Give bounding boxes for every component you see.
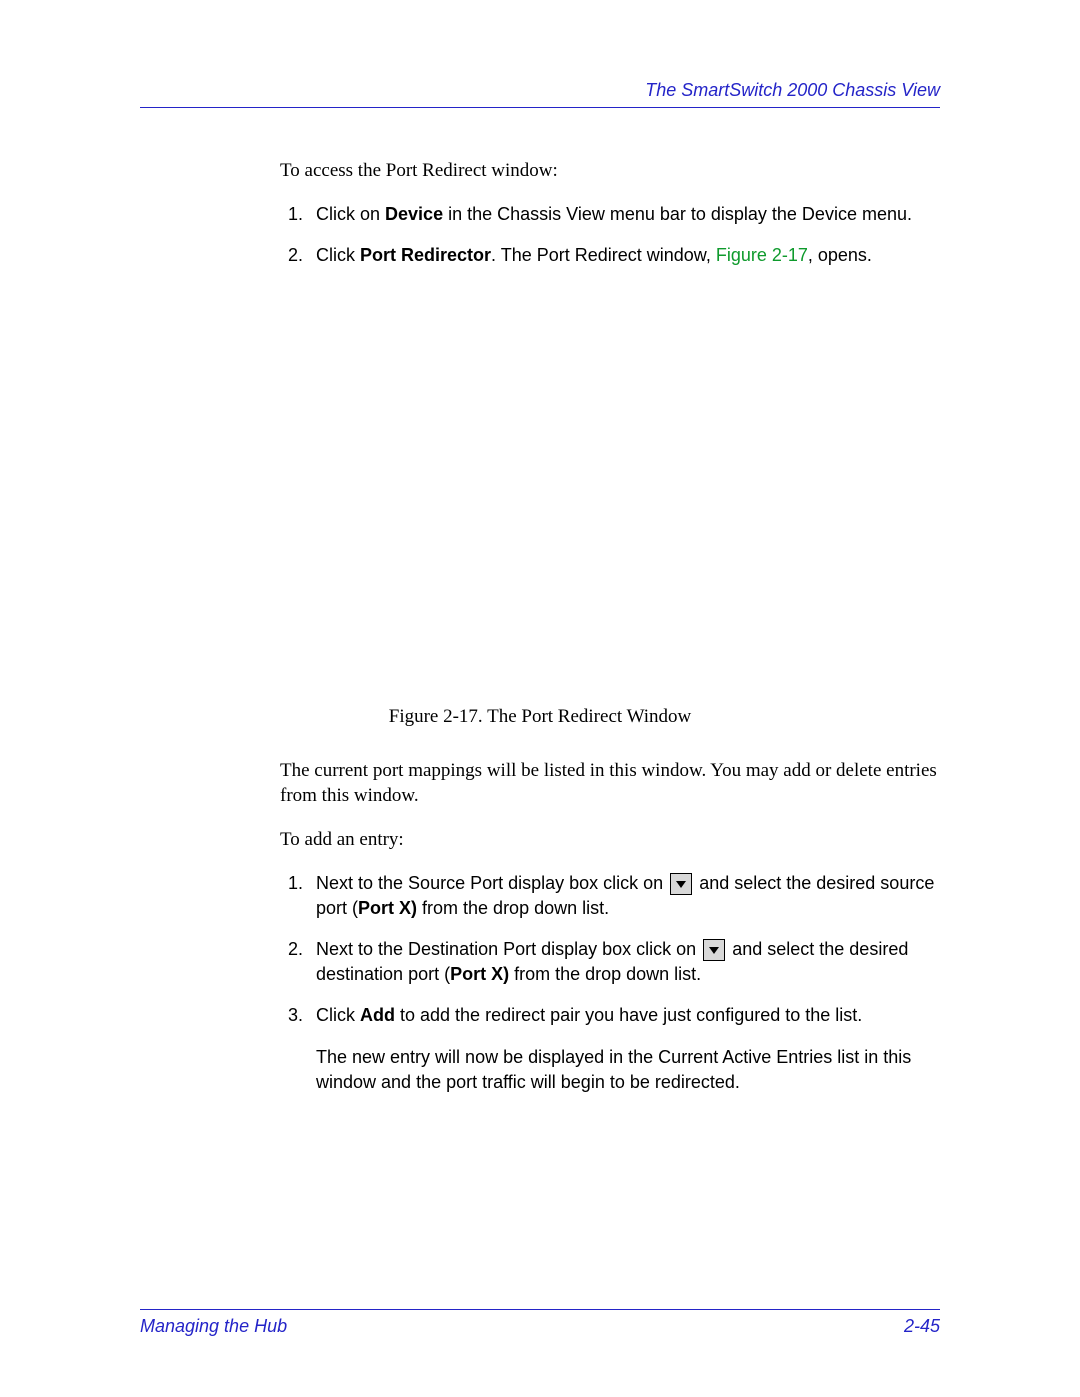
header-title: The SmartSwitch 2000 Chassis View (645, 80, 940, 100)
list-item: Click Add to add the redirect pair you h… (308, 1003, 940, 1095)
add-entry-steps-list: Next to the Source Port display box clic… (280, 871, 940, 1095)
add-button-label: Add (360, 1005, 395, 1025)
port-x-label: Port X) (450, 964, 509, 984)
body-paragraph: The current port mappings will be listed… (280, 758, 940, 809)
step-text: , opens. (808, 245, 872, 265)
step-text: Click (316, 1005, 360, 1025)
figure-placeholder (140, 284, 940, 704)
page-header: The SmartSwitch 2000 Chassis View (140, 80, 940, 108)
dropdown-arrow-icon (703, 939, 725, 961)
page-footer: Managing the Hub 2-45 (140, 1309, 940, 1337)
step-text: to add the redirect pair you have just c… (395, 1005, 862, 1025)
document-page: The SmartSwitch 2000 Chassis View To acc… (0, 0, 1080, 1397)
list-item: Next to the Source Port display box clic… (308, 871, 940, 921)
figure-caption: Figure 2-17. The Port Redirect Window (140, 704, 940, 730)
access-steps-list: Click on Device in the Chassis View menu… (280, 202, 940, 268)
list-item: Click Port Redirector. The Port Redirect… (308, 243, 940, 268)
step-text: Click (316, 245, 360, 265)
port-x-label: Port X) (358, 898, 417, 918)
figure-reference-link[interactable]: Figure 2-17 (716, 245, 808, 265)
add-entry-intro: To add an entry: (280, 827, 940, 853)
step-text: Click on (316, 204, 385, 224)
step-text: Next to the Destination Port display box… (316, 939, 701, 959)
step-text: from the drop down list. (417, 898, 609, 918)
list-item: Next to the Destination Port display box… (308, 937, 940, 987)
list-item: Click on Device in the Chassis View menu… (308, 202, 940, 227)
step-text: Next to the Source Port display box clic… (316, 873, 668, 893)
menu-device-label: Device (385, 204, 443, 224)
step-followup-text: The new entry will now be displayed in t… (316, 1045, 940, 1095)
step-text: in the Chassis View menu bar to display … (443, 204, 912, 224)
step-text: from the drop down list. (509, 964, 701, 984)
menu-redirector-label: Redirector (401, 245, 491, 265)
dropdown-arrow-icon (670, 873, 692, 895)
menu-port-label: Port (360, 245, 401, 265)
intro-text: To access the Port Redirect window: (280, 158, 940, 184)
step-text: . The Port Redirect window, (491, 245, 716, 265)
footer-section-title: Managing the Hub (140, 1316, 287, 1337)
footer-page-number: 2-45 (904, 1316, 940, 1337)
